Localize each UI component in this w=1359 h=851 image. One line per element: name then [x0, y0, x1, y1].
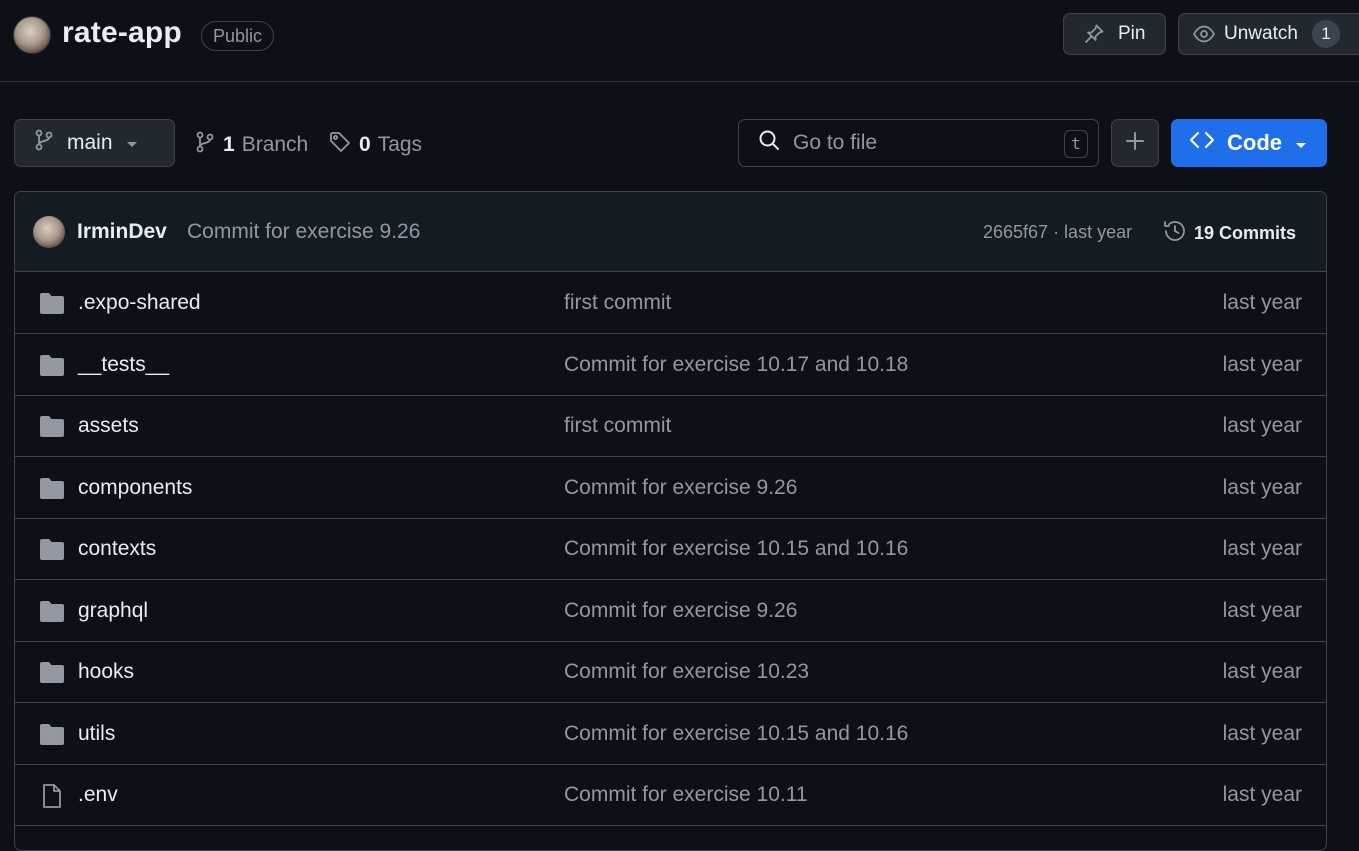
pin-label: Pin	[1118, 23, 1146, 44]
file-row[interactable]: assets first commit last year	[15, 395, 1326, 457]
commit-message[interactable]: Commit for exercise 9.26	[187, 220, 420, 244]
file-name[interactable]: components	[78, 476, 192, 500]
owner-avatar[interactable]	[13, 16, 51, 54]
tags-link[interactable]: 0 Tags	[328, 130, 422, 160]
folder-icon	[39, 414, 65, 438]
file-row[interactable]: graphql Commit for exercise 9.26 last ye…	[15, 580, 1326, 642]
file-date: last year	[1222, 722, 1302, 745]
code-button[interactable]: Code	[1171, 119, 1327, 167]
commit-meta[interactable]: 2665f67 · last year	[983, 222, 1132, 243]
plus-icon	[1125, 131, 1145, 156]
file-name[interactable]: assets	[78, 414, 139, 438]
folder-icon	[39, 291, 65, 315]
file-name[interactable]: utils	[78, 722, 115, 746]
repo-header: rate-app Public Pin Unwatch 1	[0, 0, 1359, 82]
code-label: Code	[1227, 130, 1282, 155]
file-date: last year	[1222, 476, 1302, 499]
eye-icon	[1192, 22, 1216, 46]
search-icon	[757, 128, 781, 158]
file-date: last year	[1222, 353, 1302, 376]
file-name[interactable]: .env	[78, 783, 118, 807]
keyboard-shortcut-hint: t	[1064, 130, 1088, 158]
file-commit-message[interactable]: Commit for exercise 9.26	[564, 599, 797, 623]
file-date: last year	[1222, 414, 1302, 437]
branch-count: 1	[223, 133, 235, 156]
file-name[interactable]: contexts	[78, 537, 156, 561]
file-name[interactable]: graphql	[78, 599, 148, 623]
unwatch-button[interactable]: Unwatch 1	[1178, 13, 1359, 55]
file-commit-message[interactable]: first commit	[564, 291, 671, 315]
go-to-file-input[interactable]	[793, 131, 1033, 155]
file-row[interactable]: __tests__ Commit for exercise 10.17 and …	[15, 334, 1326, 396]
file-row[interactable]: hooks Commit for exercise 10.23 last yea…	[15, 641, 1326, 703]
watch-count-badge: 1	[1311, 20, 1340, 48]
file-icon	[39, 783, 65, 808]
unwatch-label: Unwatch	[1224, 23, 1298, 44]
history-icon	[1162, 218, 1188, 249]
tag-icon	[328, 130, 352, 160]
branches-link[interactable]: 1 Branch	[194, 130, 308, 160]
file-date: last year	[1222, 660, 1302, 683]
add-file-button[interactable]	[1111, 119, 1159, 167]
file-name[interactable]: __tests__	[78, 353, 169, 377]
folder-icon	[39, 537, 65, 561]
file-date: last year	[1222, 291, 1302, 314]
file-name[interactable]: hooks	[78, 660, 134, 684]
tag-label: Tags	[377, 133, 423, 156]
author-avatar[interactable]	[33, 216, 65, 248]
file-commit-message[interactable]: Commit for exercise 10.17 and 10.18	[564, 353, 908, 377]
repo-name[interactable]: rate-app	[62, 16, 182, 50]
branch-label: Branch	[241, 133, 309, 156]
code-icon	[1189, 129, 1215, 157]
file-name[interactable]: .expo-shared	[78, 291, 201, 315]
folder-icon	[39, 722, 65, 746]
git-branch-icon	[194, 130, 216, 160]
tag-count: 0	[359, 133, 371, 156]
file-row[interactable]: .expo-shared first commit last year	[15, 272, 1326, 334]
visibility-badge: Public	[201, 21, 275, 51]
pin-button[interactable]: Pin	[1063, 13, 1166, 55]
commits-link[interactable]: 19 Commits	[1162, 218, 1296, 249]
file-row[interactable]: utils Commit for exercise 10.15 and 10.1…	[15, 703, 1326, 765]
pin-icon	[1082, 22, 1106, 46]
file-row[interactable]: contexts Commit for exercise 10.15 and 1…	[15, 518, 1326, 580]
file-commit-message[interactable]: Commit for exercise 9.26	[564, 476, 797, 500]
triangle-down-icon	[1294, 130, 1308, 156]
commit-author[interactable]: IrminDev	[77, 220, 167, 244]
file-date: last year	[1222, 537, 1302, 560]
branch-selector[interactable]: main	[14, 119, 175, 167]
git-branch-icon	[33, 128, 55, 158]
go-to-file-field[interactable]: t	[738, 119, 1099, 167]
branch-name: main	[67, 131, 113, 154]
file-commit-message[interactable]: Commit for exercise 10.15 and 10.16	[564, 722, 908, 746]
file-row[interactable]: components Commit for exercise 9.26 last…	[15, 457, 1326, 519]
folder-icon	[39, 476, 65, 500]
triangle-down-icon	[125, 131, 139, 155]
file-commit-message[interactable]: Commit for exercise 10.11	[564, 783, 808, 807]
folder-icon	[39, 599, 65, 623]
folder-icon	[39, 660, 65, 684]
latest-commit-bar: IrminDev Commit for exercise 9.26 2665f6…	[15, 192, 1326, 272]
file-commit-message[interactable]: Commit for exercise 10.23	[564, 660, 809, 684]
commits-label: 19 Commits	[1194, 223, 1297, 243]
folder-icon	[39, 353, 65, 377]
file-date: last year	[1222, 599, 1302, 622]
file-commit-message[interactable]: first commit	[564, 414, 671, 438]
file-row[interactable]: .env Commit for exercise 10.11 last year	[15, 764, 1326, 826]
file-browser: IrminDev Commit for exercise 9.26 2665f6…	[14, 191, 1327, 851]
file-date: last year	[1222, 783, 1302, 806]
file-commit-message[interactable]: Commit for exercise 10.15 and 10.16	[564, 537, 908, 561]
